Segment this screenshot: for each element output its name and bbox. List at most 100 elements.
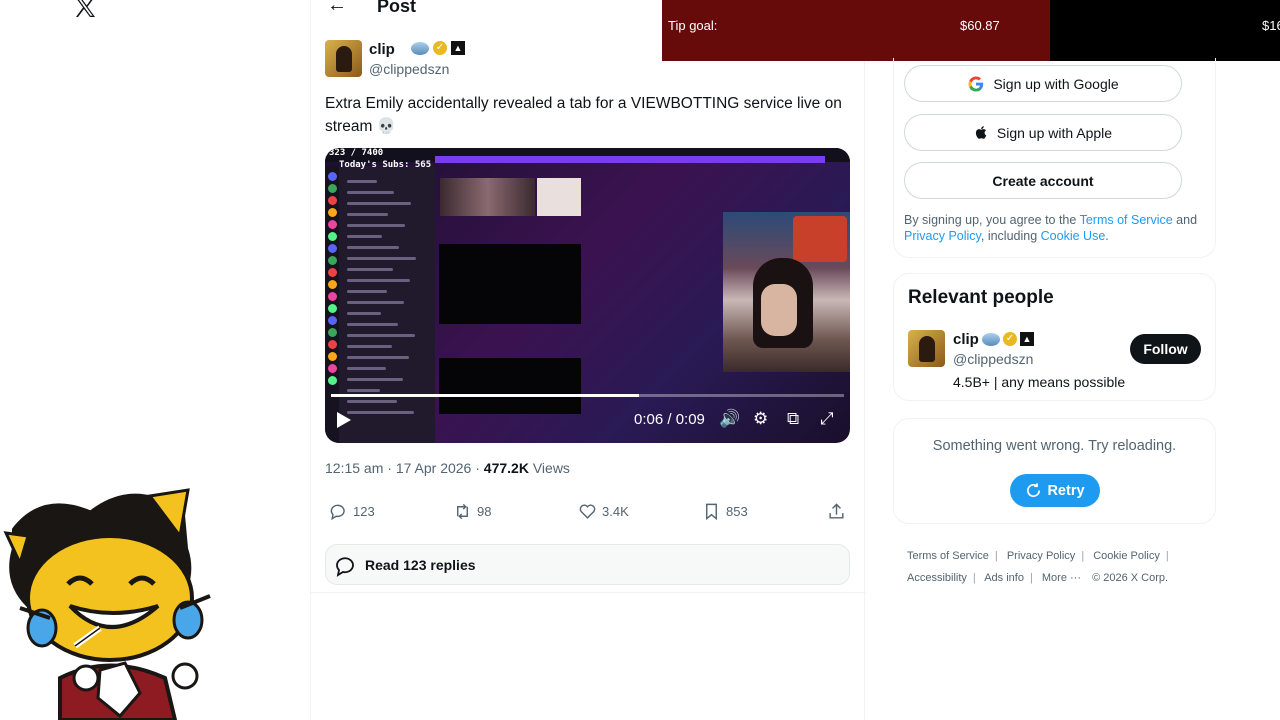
video-frame-channel-row: [347, 345, 392, 348]
video-frame-server-icon: [328, 316, 337, 325]
like-count: 3.4K: [602, 504, 629, 519]
video-frame-channel-row: [347, 191, 394, 194]
affiliate-badge-icon[interactable]: ▲: [1020, 332, 1034, 346]
bookmark-icon: [706, 503, 717, 521]
author-badges: ✓ ▲: [411, 41, 465, 55]
google-icon: [968, 75, 984, 92]
footer-separator: |: [1165, 550, 1169, 562]
picture-in-picture-icon[interactable]: ⧉: [787, 409, 799, 429]
video-frame-server-icon: [328, 268, 337, 277]
reply-count: 123: [353, 504, 375, 519]
bookmark-button[interactable]: 853: [702, 502, 748, 521]
video-frame-channel-row: [347, 213, 388, 216]
tweet-time[interactable]: 12:15 am: [325, 460, 383, 476]
tweet-meta: 12:15 am · 17 Apr 2026 · 477.2K Views: [325, 460, 570, 476]
video-frame-image: [537, 178, 581, 216]
video-frame-channel-row: [347, 334, 415, 337]
video-time: 0:06 / 0:09: [634, 411, 705, 428]
avatar[interactable]: [908, 330, 945, 367]
video-frame-channel-row: [347, 301, 404, 304]
play-icon[interactable]: [337, 412, 351, 428]
video-frame-channel-row: [347, 290, 387, 293]
video-frame-image: [440, 178, 535, 216]
video-frame-server-icon: [328, 304, 337, 313]
bookmark-count: 853: [726, 504, 748, 519]
x-logo-icon[interactable]: [72, 0, 98, 20]
retry-button[interactable]: Retry: [1010, 474, 1100, 507]
refresh-icon: [1027, 483, 1041, 498]
video-frame-server-icon: [328, 256, 337, 265]
share-icon: [829, 503, 844, 519]
video-player[interactable]: 323 / 7400 Today's Subs: 565 0:06 / 0:09…: [325, 148, 850, 443]
person-name[interactable]: clip: [953, 331, 979, 348]
footer-separator: |: [994, 550, 998, 562]
view-count[interactable]: 477.2K: [484, 460, 529, 476]
legal-period: .: [1105, 228, 1109, 243]
author-handle[interactable]: @clippedszn: [369, 61, 449, 77]
verified-badge-icon[interactable]: ✓: [1003, 332, 1017, 346]
tweet-text: Extra Emily accidentally revealed a tab …: [325, 95, 842, 135]
video-frame-server-icon: [328, 340, 337, 349]
privacy-link[interactable]: Privacy Policy: [904, 229, 981, 243]
webcam-face: [761, 284, 797, 336]
video-frame-channel-row: [347, 268, 393, 271]
settings-gear-icon[interactable]: ⚙: [753, 409, 768, 429]
sidebar-footer: Terms of Service | Privacy Policy | Cookie…: [907, 545, 1207, 589]
cookie-use-link[interactable]: Cookie Use: [1041, 229, 1106, 243]
repost-button[interactable]: 98: [453, 502, 491, 521]
ufo-emoji-icon: [411, 41, 429, 55]
tip-goal-label: Tip goal:: [668, 18, 718, 33]
repost-count: 98: [477, 504, 492, 519]
footer-terms-link[interactable]: Terms of Service: [907, 550, 989, 562]
video-overlay-subs: Today's Subs: 565: [339, 160, 432, 170]
video-frame-channel-row: [347, 389, 380, 392]
video-frame-server-icon: [328, 244, 337, 253]
legal-prefix: By signing up, you agree to the: [904, 213, 1077, 227]
footer-cookie-link[interactable]: Cookie Policy: [1093, 550, 1160, 562]
video-frame-server-icon: [328, 196, 337, 205]
video-frame-server-icon: [328, 220, 337, 229]
mascot-sticker-icon: [3, 488, 211, 720]
video-frame-channel-row: [347, 246, 399, 249]
create-account-button[interactable]: Create account: [904, 162, 1182, 199]
author-name[interactable]: clip: [369, 41, 395, 58]
video-frame-channel-row: [347, 257, 416, 260]
footer-privacy-link[interactable]: Privacy Policy: [1007, 550, 1075, 562]
main-column: ← Post clip ✓ ▲ @clippedszn Extra Emily …: [310, 0, 866, 720]
volume-icon[interactable]: 🔊: [719, 409, 740, 429]
footer-more-link[interactable]: More ···: [1042, 572, 1081, 584]
fullscreen-icon[interactable]: ⤢: [820, 409, 834, 429]
read-replies-button[interactable]: Read 123 replies: [325, 544, 850, 585]
video-frame-channel-row: [347, 202, 411, 205]
person-badges: ✓ ▲: [982, 332, 1034, 346]
affiliate-badge-icon[interactable]: ▲: [451, 41, 465, 55]
footer-ads-link[interactable]: Ads info: [984, 572, 1024, 584]
like-button[interactable]: 3.4K: [578, 502, 629, 521]
apple-icon: [975, 126, 987, 139]
google-signup-label: Sign up with Google: [993, 75, 1119, 92]
person-handle[interactable]: @clippedszn: [953, 351, 1033, 367]
tweet-date[interactable]: 17 Apr 2026: [396, 460, 472, 476]
footer-accessibility-link[interactable]: Accessibility: [907, 572, 967, 584]
video-frame-server-icon: [328, 376, 337, 385]
verified-badge-icon[interactable]: ✓: [433, 41, 447, 55]
avatar[interactable]: [325, 40, 362, 77]
video-frame-server-list: [325, 166, 339, 443]
back-arrow-icon[interactable]: ←: [327, 0, 347, 17]
reply-icon: [330, 504, 345, 521]
legal-including: , including: [980, 228, 1038, 243]
apple-signup-button[interactable]: Sign up with Apple: [904, 114, 1182, 151]
share-button[interactable]: [827, 502, 846, 521]
video-frame-server-icon: [328, 232, 337, 241]
video-webcam: [723, 212, 850, 372]
video-frame-channel-row: [347, 224, 405, 227]
google-signup-button[interactable]: Sign up with Google: [904, 65, 1182, 102]
repost-icon: [457, 503, 468, 520]
terms-link[interactable]: Terms of Service: [1080, 213, 1173, 227]
follow-button[interactable]: Follow: [1130, 334, 1201, 364]
heart-icon: [579, 504, 596, 519]
video-frame-server-icon: [328, 184, 337, 193]
signup-legal-text: By signing up, you agree to the Terms of…: [904, 213, 1204, 244]
video-progress-fill[interactable]: [331, 394, 639, 397]
reply-button[interactable]: 123: [329, 502, 375, 521]
